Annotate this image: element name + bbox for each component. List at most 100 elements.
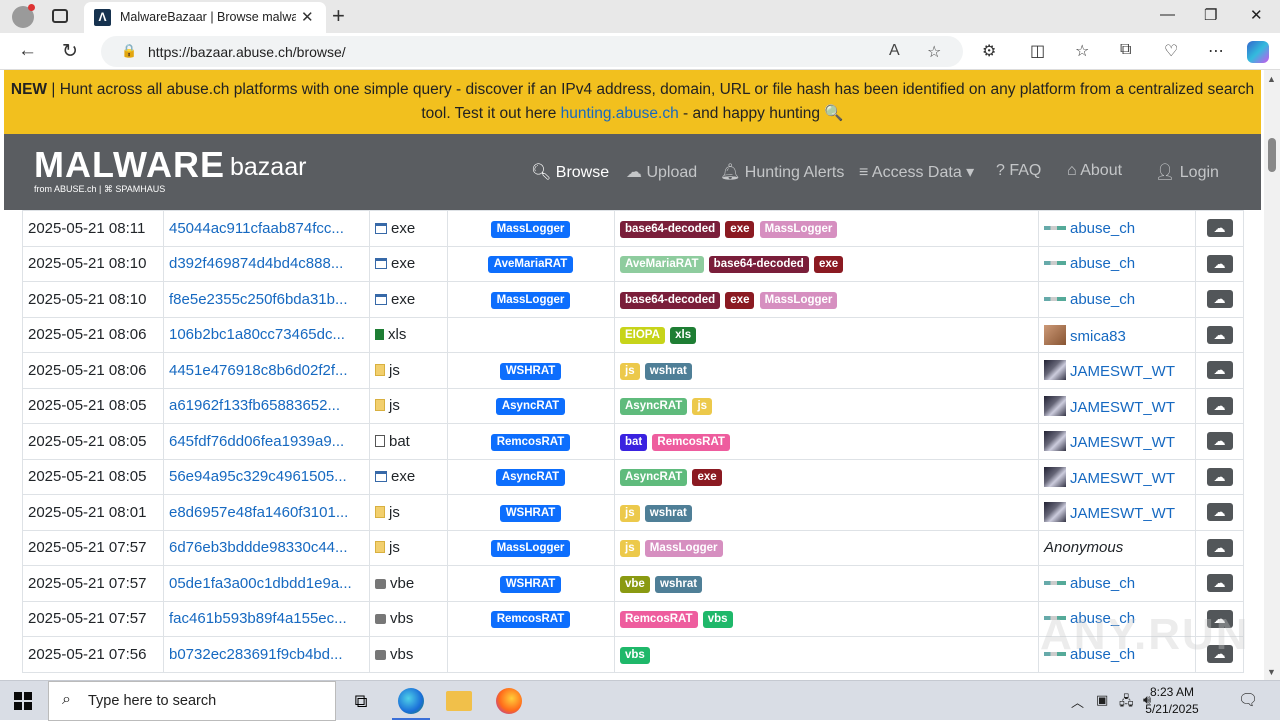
reporter-link[interactable]: abuse_ch: [1070, 291, 1135, 308]
sample-hash-link[interactable]: e8d6957e48fa1460f3101...: [169, 504, 348, 521]
address-bar[interactable]: 🔒 https://bazaar.abuse.ch/browse/ A ☆: [101, 36, 963, 67]
tag-badge[interactable]: vbe: [620, 575, 650, 593]
signature-badge[interactable]: AsyncRAT: [495, 469, 566, 487]
reporter-link[interactable]: JAMESWT_WT: [1070, 434, 1175, 451]
signature-badge[interactable]: WSHRAT: [499, 575, 562, 593]
refresh-icon[interactable]: ↻: [62, 40, 78, 63]
tag-badge[interactable]: exe: [725, 291, 755, 309]
signature-badge[interactable]: AveMariaRAT: [487, 256, 574, 274]
url-text[interactable]: https://bazaar.abuse.ch/browse/: [148, 44, 346, 60]
tray-chevron-icon[interactable]: ︿: [1071, 692, 1084, 711]
tag-badge[interactable]: js: [620, 540, 640, 558]
tag-badge[interactable]: xls: [670, 327, 697, 345]
tag-badge[interactable]: AsyncRAT: [620, 469, 688, 487]
tag-badge[interactable]: wshrat: [644, 362, 692, 380]
more-menu-icon[interactable]: ⋯: [1208, 41, 1224, 61]
sample-hash-link[interactable]: d392f469874d4bd4c888...: [169, 255, 343, 272]
favorite-star-icon[interactable]: ☆: [927, 42, 941, 62]
sample-hash-link[interactable]: fac461b593b89f4a155ec...: [169, 610, 347, 627]
sample-hash-link[interactable]: 05de1fa3a00c1dbdd1e9a...: [169, 575, 352, 592]
tag-badge[interactable]: vbs: [620, 646, 650, 664]
network-icon[interactable]: 🖧︎: [1119, 692, 1134, 714]
cloud-download-icon[interactable]: ☁: [1206, 290, 1233, 309]
sample-hash-link[interactable]: 4451e476918c8b6d02f2f...: [169, 362, 348, 379]
back-icon[interactable]: ←: [18, 40, 37, 62]
nav-about[interactable]: ⌂ About: [1067, 162, 1122, 180]
sample-hash-link[interactable]: b0732ec283691f9cb4bd...: [169, 646, 343, 663]
nav-faq[interactable]: ? FAQ: [996, 162, 1041, 180]
cloud-download-icon[interactable]: ☁: [1206, 361, 1233, 380]
collections-icon[interactable]: ⧉: [1120, 41, 1131, 59]
reporter-link[interactable]: JAMESWT_WT: [1070, 399, 1175, 416]
logo-bazaar[interactable]: bazaar: [230, 153, 306, 182]
signature-badge[interactable]: WSHRAT: [499, 362, 562, 380]
reporter-link[interactable]: JAMESWT_WT: [1070, 470, 1175, 487]
browser-tab[interactable]: Λ MalwareBazaar | Browse malware ✕: [84, 2, 326, 33]
hunting-link[interactable]: hunting.abuse.ch: [561, 105, 679, 122]
signature-badge[interactable]: RemcosRAT: [490, 611, 571, 629]
tag-badge[interactable]: wshrat: [655, 575, 703, 593]
logo-malware[interactable]: MALWARE: [34, 144, 225, 186]
tag-badge[interactable]: js: [620, 504, 640, 522]
taskbar-search[interactable]: ⌕ Type here to search: [48, 681, 336, 721]
tag-badge[interactable]: MassLogger: [644, 540, 723, 558]
edge-icon[interactable]: [392, 688, 430, 720]
cloud-download-icon[interactable]: ☁: [1206, 254, 1233, 273]
task-view-icon[interactable]: ⧉: [348, 688, 374, 714]
tag-badge[interactable]: base64-decoded: [620, 220, 721, 238]
tag-badge[interactable]: wshrat: [644, 504, 692, 522]
signature-badge[interactable]: MassLogger: [490, 291, 571, 309]
lock-icon[interactable]: 🔒: [121, 43, 137, 59]
favorites-icon[interactable]: ☆: [1075, 41, 1089, 61]
page-scrollbar[interactable]: ▲ ▼: [1264, 70, 1280, 680]
cloud-download-icon[interactable]: ☁: [1206, 538, 1233, 557]
reporter-link[interactable]: JAMESWT_WT: [1070, 363, 1175, 380]
cloud-download-icon[interactable]: ☁: [1206, 432, 1233, 451]
nav-access-data[interactable]: ≡ Access Data ▾: [859, 162, 974, 182]
tag-badge[interactable]: MassLogger: [759, 220, 838, 238]
reporter-link[interactable]: smica83: [1070, 328, 1126, 345]
tag-badge[interactable]: AveMariaRAT: [620, 256, 704, 274]
tag-badge[interactable]: MassLogger: [759, 291, 838, 309]
file-explorer-icon[interactable]: [446, 691, 472, 711]
browser-essentials-icon[interactable]: ♡: [1164, 41, 1178, 61]
cloud-download-icon[interactable]: ☁: [1206, 503, 1233, 522]
tag-badge[interactable]: exe: [725, 220, 755, 238]
signature-badge[interactable]: WSHRAT: [499, 504, 562, 522]
restore-icon[interactable]: ❐: [1204, 6, 1217, 24]
system-clock[interactable]: 8:23 AM 5/21/2025: [1140, 684, 1204, 718]
sample-hash-link[interactable]: 45044ac911cfaab874fcc...: [169, 220, 344, 237]
cloud-download-icon[interactable]: ☁: [1206, 467, 1233, 486]
scroll-down-icon[interactable]: ▼: [1267, 667, 1276, 677]
tag-badge[interactable]: js: [620, 362, 640, 380]
tag-badge[interactable]: base64-decoded: [708, 256, 809, 274]
sample-hash-link[interactable]: 645fdf76dd06fea1939a9...: [169, 433, 344, 450]
tag-badge[interactable]: RemcosRAT: [620, 611, 698, 629]
tray-device-icon[interactable]: ▣: [1096, 692, 1108, 708]
tag-badge[interactable]: bat: [620, 433, 648, 451]
profile-avatar-icon[interactable]: [12, 4, 35, 28]
tab-actions-icon[interactable]: [52, 9, 68, 23]
sample-hash-link[interactable]: a61962f133fb65883652...: [169, 397, 340, 414]
cloud-download-icon[interactable]: ☁: [1206, 574, 1233, 593]
windows-start-icon[interactable]: [14, 692, 32, 710]
split-screen-icon[interactable]: ◫: [1030, 41, 1045, 61]
copilot-icon[interactable]: [1247, 41, 1269, 63]
tag-badge[interactable]: AsyncRAT: [620, 398, 688, 416]
cloud-download-icon[interactable]: ☁: [1206, 396, 1233, 415]
tag-badge[interactable]: base64-decoded: [620, 291, 721, 309]
read-aloud-icon[interactable]: A: [889, 42, 900, 60]
nav-hunting-alerts[interactable]: 🔔︎ Hunting Alerts: [720, 162, 844, 182]
window-close-icon[interactable]: ✕: [1250, 6, 1263, 24]
tag-badge[interactable]: exe: [692, 469, 722, 487]
reporter-link[interactable]: abuse_ch: [1070, 220, 1135, 237]
reporter-link[interactable]: abuse_ch: [1070, 255, 1135, 272]
tag-badge[interactable]: vbs: [702, 611, 733, 629]
firefox-icon[interactable]: [496, 688, 522, 714]
scrollbar-thumb[interactable]: [1268, 138, 1276, 172]
sample-hash-link[interactable]: 106b2bc1a80cc73465dc...: [169, 326, 345, 343]
minimize-icon[interactable]: —: [1160, 6, 1175, 23]
tag-badge[interactable]: js: [692, 398, 713, 416]
signature-badge[interactable]: AsyncRAT: [495, 398, 566, 416]
tag-badge[interactable]: EIOPA: [620, 327, 665, 345]
